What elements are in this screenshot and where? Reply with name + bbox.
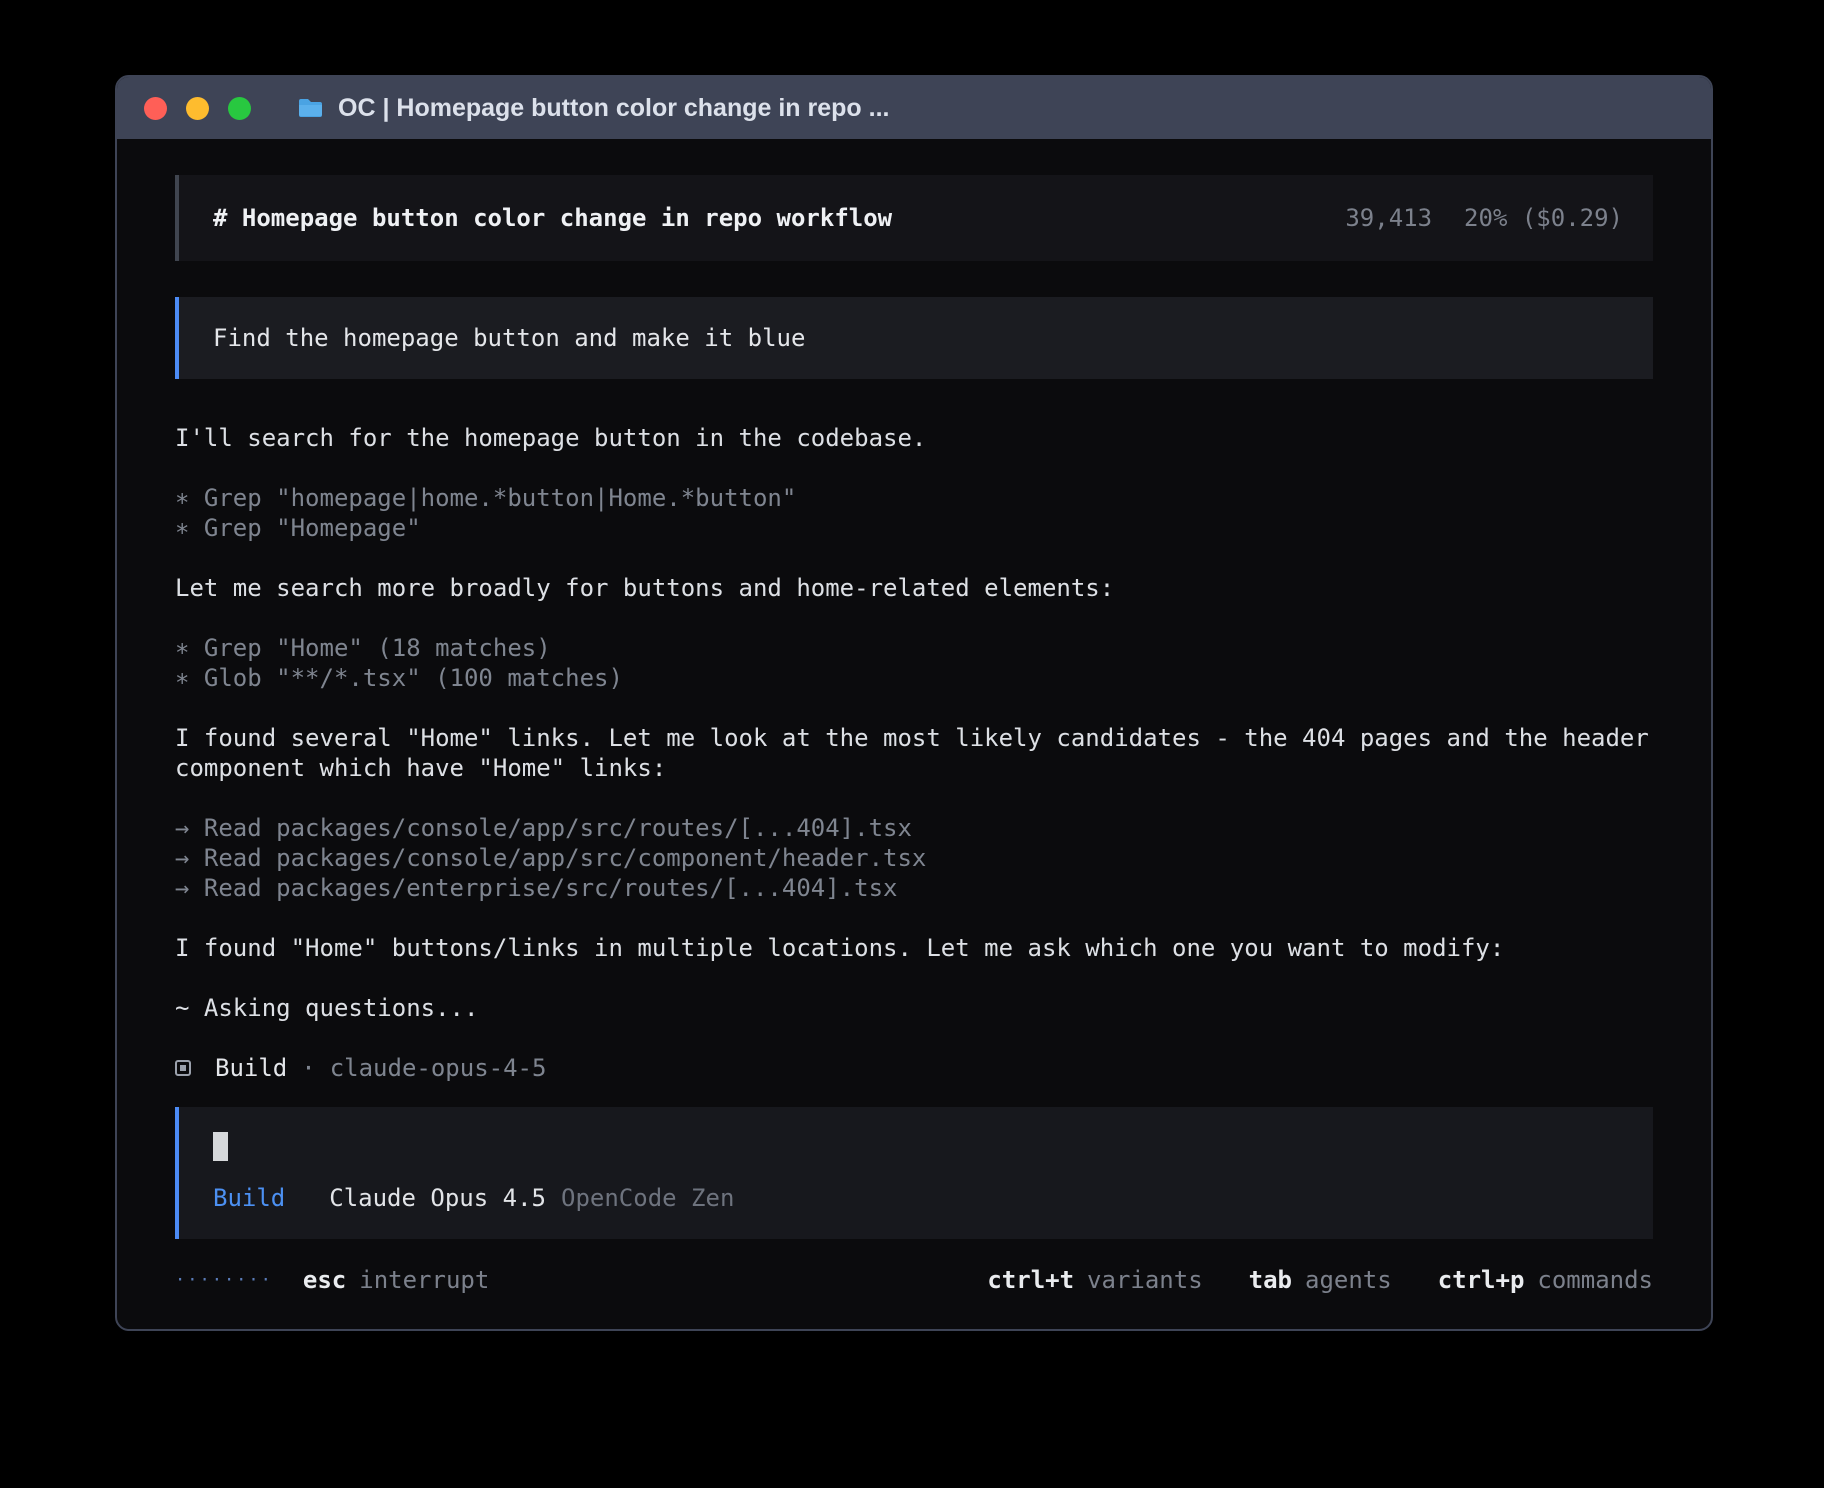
tool-call-line: ∗ Grep "homepage|home.*button|Home.*butt… (175, 483, 1653, 513)
session-stats: 39,413 20% ($0.29) (1345, 203, 1623, 233)
assistant-text: I found several "Home" links. Let me loo… (175, 723, 1653, 783)
tool-call-line: → Read packages/console/app/src/routes/[… (175, 813, 1653, 843)
agent-model: claude-opus-4-5 (330, 1053, 547, 1083)
agent-name: Build (215, 1053, 287, 1083)
input-status-bar: Build Claude Opus 4.5 OpenCode Zen (213, 1183, 1623, 1213)
square-dot-icon (175, 1060, 191, 1076)
context-usage: 20% ($0.29) (1464, 203, 1623, 233)
shortcut-key: ctrl+t (987, 1265, 1074, 1295)
prompt-input[interactable]: Build Claude Opus 4.5 OpenCode Zen (175, 1107, 1653, 1239)
shortcut-key: ctrl+p (1438, 1265, 1525, 1295)
agent-mode-label: Build (213, 1183, 285, 1213)
terminal-window: OC | Homepage button color change in rep… (115, 75, 1713, 1331)
session-header: # Homepage button color change in repo w… (175, 175, 1653, 261)
assistant-response: I'll search for the homepage button in t… (175, 423, 1653, 1083)
tool-call-line: ∗ Grep "Homepage" (175, 513, 1653, 543)
assistant-text: I'll search for the homepage button in t… (175, 423, 1653, 453)
terminal-content: # Homepage button color change in repo w… (117, 139, 1711, 1329)
esc-key-label: interrupt (359, 1265, 489, 1295)
user-message-text: Find the homepage button and make it blu… (213, 324, 805, 352)
close-button[interactable] (144, 97, 167, 120)
tool-call-line: → Read packages/enterprise/src/routes/[.… (175, 873, 1653, 903)
provider-label: OpenCode Zen (561, 1183, 734, 1213)
assistant-text: Let me search more broadly for buttons a… (175, 573, 1653, 603)
token-count: 39,413 (1345, 203, 1432, 233)
tool-call-group: → Read packages/console/app/src/routes/[… (175, 813, 1653, 903)
spinner-dots: ········ (175, 1265, 273, 1295)
shortcut-label: commands (1537, 1265, 1653, 1295)
esc-key-hint: esc (303, 1265, 346, 1295)
shortcut-label: agents (1305, 1265, 1392, 1295)
shortcut-variants: ctrl+t variants (987, 1265, 1202, 1295)
tool-call-group: ∗ Grep "homepage|home.*button|Home.*butt… (175, 483, 1653, 543)
zoom-button[interactable] (228, 97, 251, 120)
tool-call-group: ∗ Grep "Home" (18 matches) ∗ Glob "**/*.… (175, 633, 1653, 693)
minimize-button[interactable] (186, 97, 209, 120)
shortcut-commands: ctrl+p commands (1438, 1265, 1653, 1295)
window-title: OC | Homepage button color change in rep… (338, 94, 889, 123)
text-cursor (213, 1132, 228, 1161)
assistant-text: I found "Home" buttons/links in multiple… (175, 933, 1653, 963)
tool-call-line: ∗ Glob "**/*.tsx" (100 matches) (175, 663, 1653, 693)
agent-separator: · (301, 1053, 315, 1083)
shortcut-key: tab (1249, 1265, 1292, 1295)
user-message: Find the homepage button and make it blu… (175, 297, 1653, 379)
status-bar-right: ctrl+t variants tab agents ctrl+p comman… (987, 1265, 1653, 1295)
shortcut-agents: tab agents (1249, 1265, 1392, 1295)
titlebar-title-group: OC | Homepage button color change in rep… (297, 94, 889, 123)
input-line (213, 1131, 1623, 1161)
traffic-lights (144, 97, 251, 120)
session-title: # Homepage button color change in repo w… (213, 203, 892, 233)
model-label: Claude Opus 4.5 (329, 1183, 546, 1213)
status-bar-left: ········ esc interrupt (175, 1265, 489, 1295)
status-text: ~ Asking questions... (175, 993, 1653, 1023)
tool-call-line: ∗ Grep "Home" (18 matches) (175, 633, 1653, 663)
folder-icon (297, 97, 324, 119)
shortcut-label: variants (1087, 1265, 1203, 1295)
status-bar: ········ esc interrupt ctrl+t variants t… (175, 1265, 1653, 1295)
agent-status-line: Build · claude-opus-4-5 (175, 1053, 1653, 1083)
tool-call-line: → Read packages/console/app/src/componen… (175, 843, 1653, 873)
window-titlebar[interactable]: OC | Homepage button color change in rep… (117, 77, 1711, 139)
